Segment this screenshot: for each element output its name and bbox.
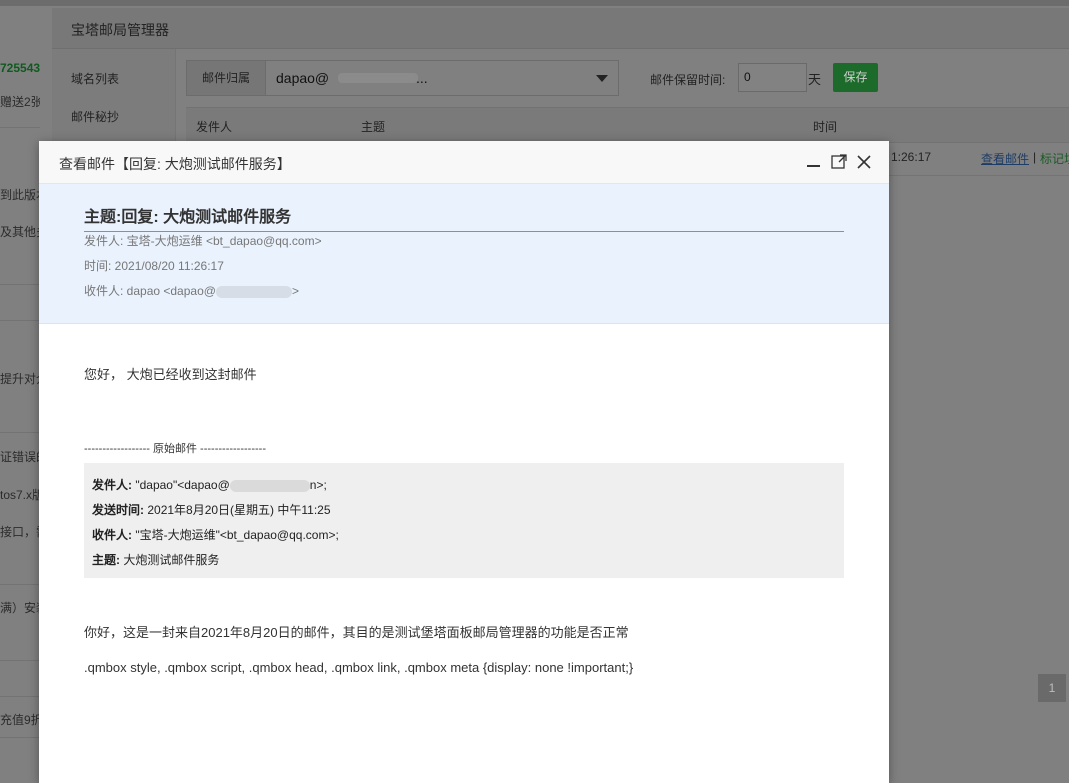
minimize-icon[interactable] xyxy=(805,153,823,171)
base-snippet: 满）安装 xyxy=(0,601,40,615)
pagination-page-1[interactable]: 1 xyxy=(1038,674,1066,702)
base-snippet: 接口，需 xyxy=(0,525,40,539)
base-snippet: 证错误的 xyxy=(0,450,40,464)
original-from-label: 发件人: xyxy=(92,478,132,492)
link-separator: | xyxy=(1033,150,1037,164)
original-to-label: 收件人: xyxy=(92,528,132,542)
base-divider xyxy=(0,127,40,128)
base-snippet: 充值9折 xyxy=(0,713,40,727)
retention-label: 邮件保留时间: xyxy=(650,73,726,87)
original-sent-time: 发送时间: 2021年8月20日(星期五) 中午11:25 xyxy=(92,501,331,518)
redaction-blur xyxy=(215,285,292,298)
base-divider xyxy=(0,284,40,285)
redaction-blur xyxy=(338,73,418,83)
maximize-icon[interactable] xyxy=(830,153,848,171)
mail-subject: 主题:回复: 大炮测试邮件服务 xyxy=(84,203,844,232)
dialog-titlebar: 查看邮件【回复: 大炮测试邮件服务】 xyxy=(39,141,889,184)
base-top-bar xyxy=(0,0,1069,6)
mail-owner-select[interactable]: dapao@ ... xyxy=(265,60,619,96)
original-subject: 主题: 大炮测试邮件服务 xyxy=(92,551,219,568)
row-time: 1:26:17 xyxy=(891,150,932,164)
base-divider xyxy=(0,432,40,433)
base-divider xyxy=(0,660,40,661)
original-from-suffix: n>; xyxy=(309,478,327,492)
base-snippet: tos7.x版 xyxy=(0,488,40,502)
mail-manager-title: 宝塔邮局管理器 xyxy=(71,22,169,38)
mail-manager-titlebar: 宝塔邮局管理器 xyxy=(52,8,1069,49)
base-divider xyxy=(0,584,40,585)
mail-to-prefix: 收件人: dapao <dapao@ xyxy=(84,284,216,298)
chevron-down-icon[interactable] xyxy=(596,75,608,82)
original-to: 收件人: "宝塔-大炮运维"<bt_dapao@qq.com>; xyxy=(92,526,339,543)
original-sent-value: 2021年8月20日(星期五) 中午11:25 xyxy=(147,503,331,517)
redaction-blur xyxy=(229,479,310,492)
sidebar-item-mail-bcc[interactable]: 邮件秘抄 xyxy=(71,108,119,125)
base-snippet: 72554321 xyxy=(0,61,40,75)
close-icon[interactable] xyxy=(855,153,873,171)
base-snippet: 到此版本 xyxy=(0,188,40,202)
mail-style-line: .qmbox style, .qmbox script, .qmbox head… xyxy=(84,660,634,675)
base-divider xyxy=(0,696,40,697)
mail-header: 主题:回复: 大炮测试邮件服务 发件人: 宝塔-大炮运维 <bt_dapao@q… xyxy=(39,184,889,324)
original-from-prefix: "dapao"<dapao@ xyxy=(135,478,230,492)
retention-unit: 天 xyxy=(808,72,822,87)
column-header-time: 时间 xyxy=(813,120,838,134)
mail-time: 时间: 2021/08/20 11:26:17 xyxy=(84,259,224,273)
column-header-sender: 发件人 xyxy=(196,120,233,134)
mail-content: 主题:回复: 大炮测试邮件服务 发件人: 宝塔-大炮运维 <bt_dapao@q… xyxy=(39,184,889,783)
mail-owner-value-tail: ... xyxy=(416,70,428,86)
base-divider xyxy=(0,737,40,738)
original-to-value: "宝塔-大炮运维"<bt_dapao@qq.com>; xyxy=(135,528,339,542)
original-sent-label: 发送时间: xyxy=(92,503,144,517)
column-header-subject: 主题 xyxy=(361,120,386,134)
base-snippet: 及其他多 xyxy=(0,225,40,239)
base-snippet: 赠送2张商用 xyxy=(0,95,40,109)
original-subject-value: 大炮测试邮件服务 xyxy=(123,553,220,567)
view-mail-dialog: 查看邮件【回复: 大炮测试邮件服务】 主题:回复: 大炮测试邮件服务 发件人: … xyxy=(39,141,889,783)
original-subject-label: 主题: xyxy=(92,553,120,567)
mail-body-line: 你好，这是一封来自2021年8月20日的邮件，其目的是测试堡塔面板邮局管理器的功… xyxy=(84,625,629,640)
mail-to: 收件人: dapao <dapao@ > xyxy=(84,282,299,299)
base-snippet: 提升对介 xyxy=(0,372,40,386)
original-mail-separator: ------------------ 原始邮件 ----------------… xyxy=(84,443,266,455)
base-divider xyxy=(0,320,40,321)
mark-spam-link[interactable]: 标记垃圾 xyxy=(1040,150,1069,167)
save-button[interactable]: 保存 xyxy=(833,63,878,92)
dialog-title: 查看邮件【回复: 大炮测试邮件服务】 xyxy=(59,156,291,172)
sidebar-item-domain-list[interactable]: 域名列表 xyxy=(71,70,119,87)
mail-owner-value: dapao@ xyxy=(276,70,330,86)
mail-greeting: 您好， 大炮已经收到这封邮件 xyxy=(84,367,257,382)
mail-to-suffix: > xyxy=(291,284,299,298)
view-mail-link[interactable]: 查看邮件 xyxy=(981,150,1029,167)
mail-owner-label: 邮件归属 xyxy=(186,60,266,96)
mail-table-header: 发件人 主题 时间 xyxy=(186,107,1069,143)
original-from: 发件人: "dapao"<dapao@ n>; xyxy=(92,476,327,493)
mail-from: 发件人: 宝塔-大炮运维 <bt_dapao@qq.com> xyxy=(84,234,322,248)
original-mail-block: 发件人: "dapao"<dapao@ n>; 发送时间: 2021年8月20日(… xyxy=(84,463,844,578)
retention-input[interactable]: 0 xyxy=(738,63,807,92)
